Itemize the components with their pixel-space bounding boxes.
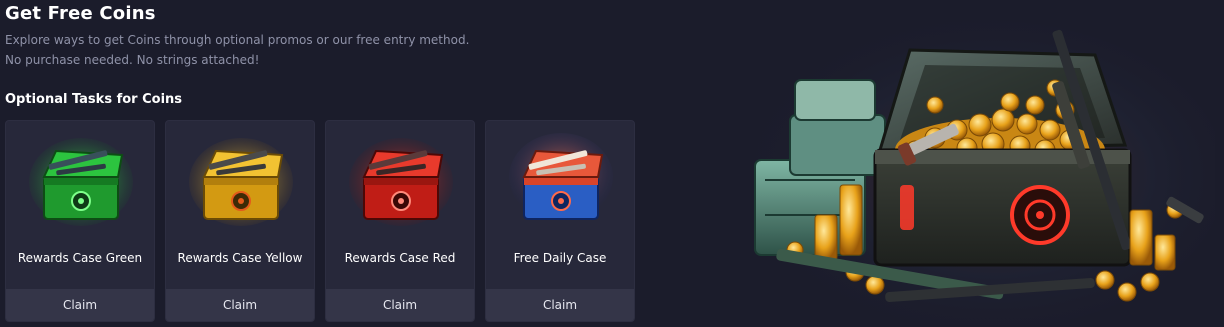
daily-case-icon [506, 127, 616, 227]
treasure-chest-coins-icon [735, 10, 1215, 325]
green-case-icon [26, 127, 136, 227]
task-card-label: Rewards Case Red [344, 251, 456, 265]
task-card-green[interactable]: Rewards Case Green Claim [5, 120, 155, 322]
section-title: Optional Tasks for Coins [5, 92, 183, 107]
claim-button[interactable]: Claim [6, 289, 154, 321]
description-line-2: No purchase needed. No strings attached! [5, 53, 260, 67]
task-card-label: Rewards Case Yellow [177, 251, 303, 265]
task-card-label: Rewards Case Green [17, 251, 143, 265]
description-line-1: Explore ways to get Coins through option… [5, 33, 470, 47]
task-card-daily[interactable]: Free Daily Case Claim [485, 120, 635, 322]
task-card-red[interactable]: Rewards Case Red Claim [325, 120, 475, 322]
claim-button[interactable]: Claim [326, 289, 474, 321]
claim-button[interactable]: Claim [166, 289, 314, 321]
task-card-yellow[interactable]: Rewards Case Yellow Claim [165, 120, 315, 322]
red-case-icon [346, 127, 456, 227]
claim-button[interactable]: Claim [486, 289, 634, 321]
free-coins-page: Get Free Coins Explore ways to get Coins… [0, 0, 1224, 327]
page-title: Get Free Coins [5, 3, 156, 24]
yellow-case-icon [186, 127, 296, 227]
task-cards: Rewards Case Green Claim Rewards Case Ye… [5, 120, 635, 322]
page-description: Explore ways to get Coins through option… [5, 30, 469, 70]
task-card-label: Free Daily Case [513, 251, 607, 265]
